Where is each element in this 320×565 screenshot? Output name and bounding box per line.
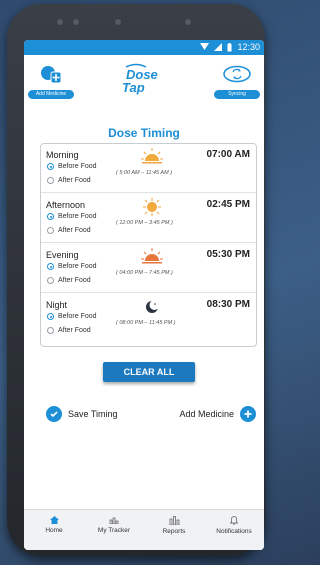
- wifi-icon: [200, 43, 210, 50]
- dose-row-title: Night: [46, 300, 68, 310]
- time-range: ( 5:00 AM – 11:45 AM ): [116, 170, 173, 176]
- after-food-label: After Food: [58, 327, 91, 334]
- tab-home-label: Home: [45, 527, 63, 534]
- after-food-label: After Food: [58, 277, 91, 284]
- save-timing-label: Save Timing: [68, 409, 118, 419]
- after-food-label: After Food: [58, 177, 91, 184]
- dose-timing-card: Morning 07:00 AM Before Food ( 5:00 AM –…: [40, 143, 257, 347]
- tab-notifications[interactable]: Notifications: [204, 516, 264, 535]
- sun-icon: [143, 198, 161, 216]
- dose-row-title: Evening: [46, 250, 79, 260]
- battery-icon: [227, 42, 232, 51]
- dose-row-title: Morning: [46, 150, 79, 160]
- status-bar: 12:30: [24, 40, 264, 55]
- check-icon: [46, 406, 62, 422]
- app-screen: 12:30 Add Medicine Dose Tap Syncing Dose…: [24, 40, 264, 550]
- sunset-icon: [141, 248, 163, 264]
- dose-row-afternoon[interactable]: Afternoon 02:45 PM Before Food ( 12:00 P…: [41, 194, 256, 243]
- before-food-option[interactable]: Before Food: [47, 213, 97, 220]
- save-timing-button[interactable]: Save Timing: [46, 406, 118, 422]
- before-food-label: Before Food: [58, 213, 97, 220]
- status-time: 12:30: [237, 42, 260, 52]
- sync-icon: [223, 65, 251, 83]
- dose-row-morning[interactable]: Morning 07:00 AM Before Food ( 5:00 AM –…: [41, 144, 256, 193]
- before-food-label: Before Food: [58, 163, 97, 170]
- add-medicine-footer-label: Add Medicine: [179, 409, 234, 419]
- tab-notifications-label: Notifications: [216, 528, 252, 535]
- radio-button[interactable]: [47, 327, 54, 334]
- add-medicine-label: Add Medicine: [28, 90, 74, 99]
- dose-row-time[interactable]: 07:00 AM: [206, 149, 250, 160]
- time-range: ( 08:00 PM – 11:45 PM ): [116, 320, 176, 326]
- after-food-label: After Food: [58, 227, 91, 234]
- dose-row-title: Afternoon: [46, 200, 86, 210]
- after-food-option[interactable]: After Food: [47, 327, 91, 334]
- phone-frame: 12:30 Add Medicine Dose Tap Syncing Dose…: [7, 4, 265, 556]
- radio-button[interactable]: [47, 177, 54, 184]
- time-range: ( 04:00 PM – 7:45 PM ): [116, 270, 173, 276]
- radio-button[interactable]: [47, 227, 54, 234]
- bell-icon: [230, 516, 238, 525]
- before-food-option[interactable]: Before Food: [47, 163, 97, 170]
- add-medicine-header-button[interactable]: Add Medicine: [28, 63, 74, 99]
- after-food-option[interactable]: After Food: [47, 277, 91, 284]
- bottom-tab-bar: Home My Tracker Reports Notifications: [24, 509, 264, 550]
- reports-icon: [169, 516, 179, 525]
- after-food-option[interactable]: After Food: [47, 227, 91, 234]
- home-icon: [49, 516, 59, 524]
- radio-button-selected[interactable]: [47, 163, 54, 170]
- add-medicine-button[interactable]: Add Medicine: [179, 406, 256, 422]
- dose-row-evening[interactable]: Evening 05:30 PM Before Food ( 04:00 PM …: [41, 244, 256, 293]
- add-medicine-icon: [41, 66, 62, 84]
- tracker-icon: [109, 517, 119, 524]
- radio-button-selected[interactable]: [47, 313, 54, 320]
- after-food-option[interactable]: After Food: [47, 177, 91, 184]
- tab-reports[interactable]: Reports: [144, 516, 204, 535]
- tab-home[interactable]: Home: [24, 516, 84, 534]
- syncing-label: Syncing: [214, 90, 260, 99]
- time-range: ( 12:00 PM – 3:45 PM ): [116, 220, 173, 226]
- before-food-option[interactable]: Before Food: [47, 313, 97, 320]
- app-logo: Dose Tap: [116, 63, 172, 97]
- clear-all-button[interactable]: CLEAR ALL: [103, 362, 195, 382]
- tab-my-tracker[interactable]: My Tracker: [84, 516, 144, 534]
- radio-button-selected[interactable]: [47, 263, 54, 270]
- tab-my-tracker-label: My Tracker: [97, 527, 131, 534]
- dose-row-time[interactable]: 02:45 PM: [207, 199, 250, 210]
- plus-icon: [240, 406, 256, 422]
- app-header: Add Medicine Dose Tap Syncing: [24, 55, 264, 105]
- sunrise-icon: [141, 148, 163, 164]
- before-food-option[interactable]: Before Food: [47, 263, 97, 270]
- radio-button[interactable]: [47, 277, 54, 284]
- dose-row-time[interactable]: 05:30 PM: [207, 249, 250, 260]
- signal-icon: [214, 43, 223, 51]
- page-title: Dose Timing: [108, 126, 180, 140]
- syncing-button[interactable]: Syncing: [214, 63, 260, 99]
- before-food-label: Before Food: [58, 313, 97, 320]
- before-food-label: Before Food: [58, 263, 97, 270]
- dose-row-time[interactable]: 08:30 PM: [207, 299, 250, 310]
- moon-icon: [146, 300, 160, 313]
- phone-top-bezel: [57, 18, 207, 26]
- logo-text-tap: Tap: [122, 80, 145, 95]
- tab-reports-label: Reports: [162, 528, 186, 535]
- radio-button-selected[interactable]: [47, 213, 54, 220]
- logo-icon: Dose Tap: [122, 63, 158, 95]
- dose-row-night[interactable]: Night 08:30 PM Before Food ( 08:00 PM – …: [41, 294, 256, 342]
